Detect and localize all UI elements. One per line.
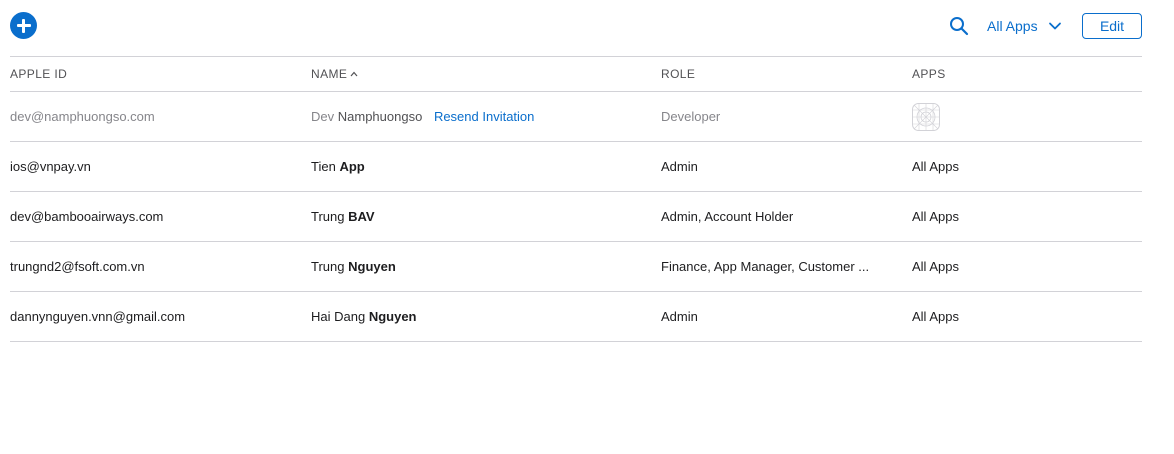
column-header-label: APPS: [912, 67, 946, 81]
add-user-button[interactable]: [10, 12, 37, 39]
first-name: Trung: [311, 209, 345, 224]
column-header-label: NAME: [311, 67, 348, 81]
table-header-row: APPLE ID NAME ROLE APPS: [10, 56, 1142, 92]
search-icon[interactable]: [949, 16, 969, 36]
resend-invitation-link[interactable]: Resend Invitation: [434, 109, 534, 124]
table-row[interactable]: trungnd2@fsoft.com.vn Trung Nguyen Finan…: [10, 241, 1142, 292]
column-header-name[interactable]: NAME: [311, 56, 661, 92]
role-cell: Finance, App Manager, Customer ...: [661, 241, 912, 292]
name-cell: Trung Nguyen: [311, 241, 661, 292]
chevron-down-icon: [1048, 22, 1061, 30]
column-header-apps[interactable]: APPS: [912, 56, 1142, 92]
role-cell: Admin: [661, 291, 912, 342]
edit-button[interactable]: Edit: [1082, 13, 1142, 39]
apps-cell: All Apps: [912, 241, 1142, 292]
last-name: App: [339, 159, 365, 174]
apps-cell: All Apps: [912, 141, 1142, 192]
name-cell: Tien App: [311, 141, 661, 192]
role-cell: Admin: [661, 141, 912, 192]
last-name: BAV: [348, 209, 375, 224]
apps-filter-dropdown[interactable]: All Apps: [987, 16, 1062, 36]
first-name: Tien: [311, 159, 336, 174]
apple-id-cell: dev@namphuongso.com: [10, 91, 311, 142]
apps-cell: [912, 91, 1142, 142]
apps-cell: All Apps: [912, 291, 1142, 342]
table-row[interactable]: ios@vnpay.vn Tien App Admin All Apps: [10, 141, 1142, 192]
column-header-apple-id[interactable]: APPLE ID: [10, 56, 311, 92]
last-name: Nguyen: [368, 309, 417, 324]
first-name: Trung: [311, 259, 345, 274]
first-name: Hai Dang: [311, 309, 366, 324]
app-placeholder-icon: [912, 102, 940, 131]
table-row[interactable]: dev@bambooairways.com Trung BAV Admin, A…: [10, 191, 1142, 242]
name-cell: Hai Dang Nguyen: [311, 291, 661, 342]
apps-filter-label: All Apps: [987, 18, 1038, 34]
role-cell: Admin, Account Holder: [661, 191, 912, 242]
table-row[interactable]: dev@namphuongso.com Dev Namphuongso Rese…: [10, 91, 1142, 142]
first-name: Dev: [311, 109, 335, 124]
apple-id-cell: dev@bambooairways.com: [10, 191, 311, 242]
name-cell: Dev Namphuongso Resend Invitation: [311, 91, 661, 142]
column-header-label: APPLE ID: [10, 67, 68, 81]
apple-id-cell: dannynguyen.vnn@gmail.com: [10, 291, 311, 342]
column-header-role[interactable]: ROLE: [661, 56, 912, 92]
sort-ascending-icon: [350, 71, 358, 77]
apple-id-cell: ios@vnpay.vn: [10, 141, 311, 192]
role-cell: Developer: [661, 91, 912, 142]
apple-id-cell: trungnd2@fsoft.com.vn: [10, 241, 311, 292]
last-name: Nguyen: [348, 259, 396, 274]
apps-cell: All Apps: [912, 191, 1142, 242]
table-row[interactable]: dannynguyen.vnn@gmail.com Hai Dang Nguye…: [10, 291, 1142, 342]
users-table: APPLE ID NAME ROLE APPS dev@namphuongso.…: [10, 56, 1142, 342]
column-header-label: ROLE: [661, 67, 696, 81]
last-name: Namphuongso: [337, 109, 423, 124]
name-cell: Trung BAV: [311, 191, 661, 242]
toolbar: All Apps Edit: [0, 0, 1174, 56]
